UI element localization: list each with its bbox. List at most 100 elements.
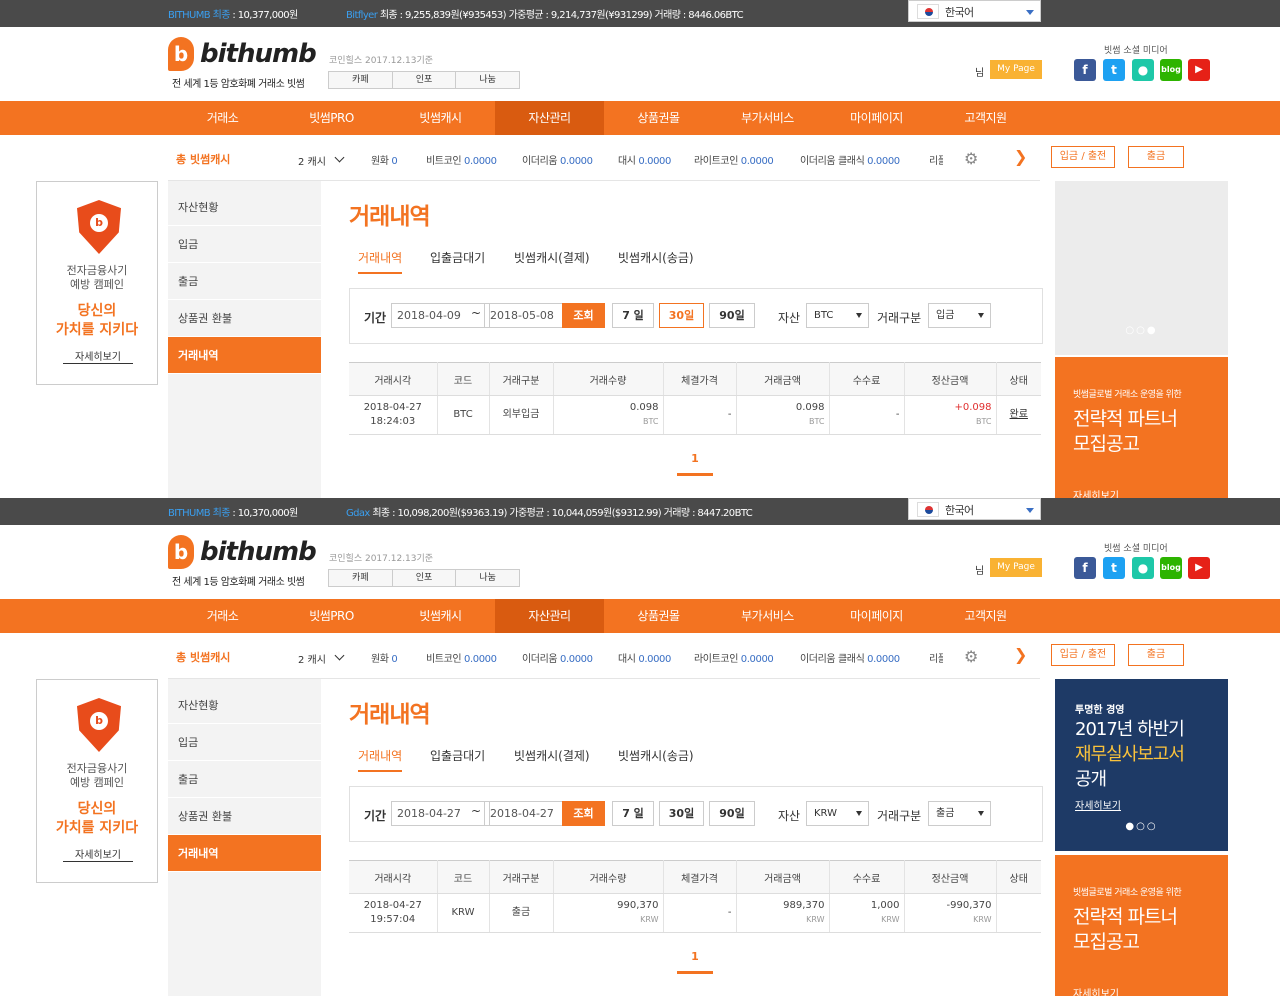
gear-icon[interactable]: ⚙: [964, 149, 978, 168]
nav-exchange[interactable]: 거래소: [168, 599, 277, 633]
campaign-more-link[interactable]: 자세히보기: [63, 348, 133, 364]
nav-extra-services[interactable]: 부가서비스: [713, 599, 822, 633]
nav-bithumb-pro[interactable]: 빗썸PRO: [277, 599, 386, 633]
partner-recruit-banner[interactable]: 빗썸글로벌 거래소 운영을 위한 전략적 파트너 모집공고 자세히보기: [1055, 357, 1228, 498]
menu-asset-status[interactable]: 자산현황: [168, 687, 321, 724]
asset-select[interactable]: BTC: [806, 303, 869, 328]
row-status[interactable]: [996, 893, 1041, 933]
search-button[interactable]: 조회: [562, 303, 605, 328]
chevron-down-icon[interactable]: [334, 152, 345, 163]
range-30d-button[interactable]: 30일: [659, 801, 704, 826]
deposit-button[interactable]: 입금 / 출전: [1051, 146, 1115, 168]
campaign-more-link[interactable]: 자세히보기: [63, 846, 133, 862]
menu-withdraw[interactable]: 출금: [168, 263, 321, 300]
korea-flag-icon: [917, 502, 939, 517]
nav-support[interactable]: 고객지원: [931, 101, 1040, 135]
menu-deposit[interactable]: 입금: [168, 226, 321, 263]
nav-asset-management[interactable]: 자산관리: [495, 599, 604, 633]
range-30d-button[interactable]: 30일: [659, 303, 704, 328]
share-link[interactable]: 나눔: [456, 570, 520, 586]
tab-history[interactable]: 거래내역: [358, 747, 403, 772]
menu-transaction-history[interactable]: 거래내역: [168, 835, 321, 872]
type-select[interactable]: 출금: [928, 801, 991, 826]
info-link[interactable]: 인포: [392, 570, 457, 586]
nav-giftcard-mall[interactable]: 상품권몰: [604, 599, 713, 633]
fraud-campaign-banner[interactable]: b 전자금융사기 예방 캠페인 당신의 가치를 지키다 자세히보기: [36, 181, 158, 385]
facebook-icon[interactable]: f: [1074, 557, 1096, 579]
partner-banner-more[interactable]: 자세히보기: [1073, 487, 1119, 498]
tab-history[interactable]: 거래내역: [358, 249, 403, 274]
deposit-button[interactable]: 입금 / 출전: [1051, 644, 1115, 666]
range-7d-button[interactable]: 7 일: [612, 303, 654, 328]
withdraw-button[interactable]: 출금: [1128, 644, 1184, 666]
language-select[interactable]: 한국어: [908, 498, 1041, 520]
youtube-icon[interactable]: ▶: [1188, 59, 1210, 81]
range-90d-button[interactable]: 90일: [709, 801, 755, 826]
menu-deposit[interactable]: 입금: [168, 724, 321, 761]
col-time: 거래시각: [349, 362, 438, 396]
cafe-link[interactable]: 카페: [329, 72, 393, 88]
mypage-button[interactable]: My Page: [990, 558, 1042, 577]
chevron-right-icon[interactable]: ❯: [1014, 147, 1027, 166]
range-90d-button[interactable]: 90일: [709, 303, 755, 328]
bithumb-logo[interactable]: b bithumb: [168, 535, 318, 569]
rotating-banner-placeholder[interactable]: ○○●: [1055, 181, 1228, 355]
partner-recruit-banner[interactable]: 빗썸글로벌 거래소 운영을 위한 전략적 파트너 모집공고 자세히보기: [1055, 855, 1228, 996]
fraud-campaign-banner[interactable]: b 전자금융사기 예방 캠페인 당신의 가치를 지키다 자세히보기: [36, 679, 158, 883]
row-status[interactable]: 완료: [996, 395, 1041, 435]
type-select[interactable]: 입금: [928, 303, 991, 328]
nav-giftcard-mall[interactable]: 상품권몰: [604, 101, 713, 135]
page-number-1[interactable]: 1: [677, 950, 713, 974]
report-banner-more[interactable]: 자세히보기: [1075, 797, 1121, 812]
twitter-icon[interactable]: t: [1103, 59, 1125, 81]
share-link[interactable]: 나눔: [456, 72, 520, 88]
search-button[interactable]: 조회: [562, 801, 605, 826]
page-number-1[interactable]: 1: [677, 452, 713, 476]
nav-asset-management[interactable]: 자산관리: [495, 101, 604, 135]
partner-banner-subtitle: 빗썸글로벌 거래소 운영을 위한: [1073, 888, 1182, 898]
tab-pending[interactable]: 입출금대기: [430, 249, 485, 266]
info-link[interactable]: 인포: [392, 72, 457, 88]
nav-bithumb-cash[interactable]: 빗썸캐시: [386, 599, 495, 633]
blog-icon[interactable]: blog: [1160, 557, 1182, 579]
menu-giftcard-refund[interactable]: 상품권 환불: [168, 300, 321, 337]
blog-icon[interactable]: blog: [1160, 59, 1182, 81]
menu-withdraw[interactable]: 출금: [168, 761, 321, 798]
tab-pending[interactable]: 입출금대기: [430, 747, 485, 764]
tab-cash-transfer[interactable]: 빗썸캐시(송금): [618, 249, 694, 266]
nav-extra-services[interactable]: 부가서비스: [713, 101, 822, 135]
cafe-link[interactable]: 카페: [329, 570, 393, 586]
range-7d-button[interactable]: 7 일: [612, 801, 654, 826]
withdraw-button[interactable]: 출금: [1128, 146, 1184, 168]
mypage-button[interactable]: My Page: [990, 60, 1042, 79]
gear-icon[interactable]: ⚙: [964, 647, 978, 666]
tab-cash-payment[interactable]: 빗썸캐시(결제): [514, 249, 590, 266]
nav-bithumb-pro[interactable]: 빗썸PRO: [277, 101, 386, 135]
nav-mypage[interactable]: 마이페이지: [822, 101, 931, 135]
youtube-icon[interactable]: ▶: [1188, 557, 1210, 579]
tab-cash-payment[interactable]: 빗썸캐시(결제): [514, 747, 590, 764]
carousel-dots[interactable]: ●○○: [1055, 821, 1228, 832]
facebook-icon[interactable]: f: [1074, 59, 1096, 81]
menu-giftcard-refund[interactable]: 상품권 환불: [168, 798, 321, 835]
nav-bithumb-cash[interactable]: 빗썸캐시: [386, 101, 495, 135]
financial-report-banner[interactable]: 투명한 경영 2017년 하반기 재무실사보고서 공개 자세히보기 ●○○: [1055, 679, 1228, 851]
bithumb-logo[interactable]: b bithumb: [168, 37, 318, 71]
menu-asset-status[interactable]: 자산현황: [168, 189, 321, 226]
tab-cash-transfer[interactable]: 빗썸캐시(송금): [618, 747, 694, 764]
nav-exchange[interactable]: 거래소: [168, 101, 277, 135]
kakao-story-icon[interactable]: ●: [1132, 59, 1154, 81]
chevron-right-icon[interactable]: ❯: [1014, 645, 1027, 664]
carousel-dots[interactable]: ○○●: [1055, 325, 1228, 336]
partner-banner-more[interactable]: 자세히보기: [1073, 985, 1119, 996]
language-select[interactable]: 한국어: [908, 0, 1041, 22]
nav-mypage[interactable]: 마이페이지: [822, 599, 931, 633]
menu-transaction-history[interactable]: 거래내역: [168, 337, 321, 374]
nav-support[interactable]: 고객지원: [931, 599, 1040, 633]
asset-select[interactable]: KRW: [806, 801, 869, 826]
twitter-icon[interactable]: t: [1103, 557, 1125, 579]
kakao-story-icon[interactable]: ●: [1132, 557, 1154, 579]
page-title: 거래내역: [349, 204, 431, 230]
chevron-down-icon[interactable]: [334, 650, 345, 661]
campaign-slogan: 당신의 가치를 지키다: [55, 303, 139, 338]
